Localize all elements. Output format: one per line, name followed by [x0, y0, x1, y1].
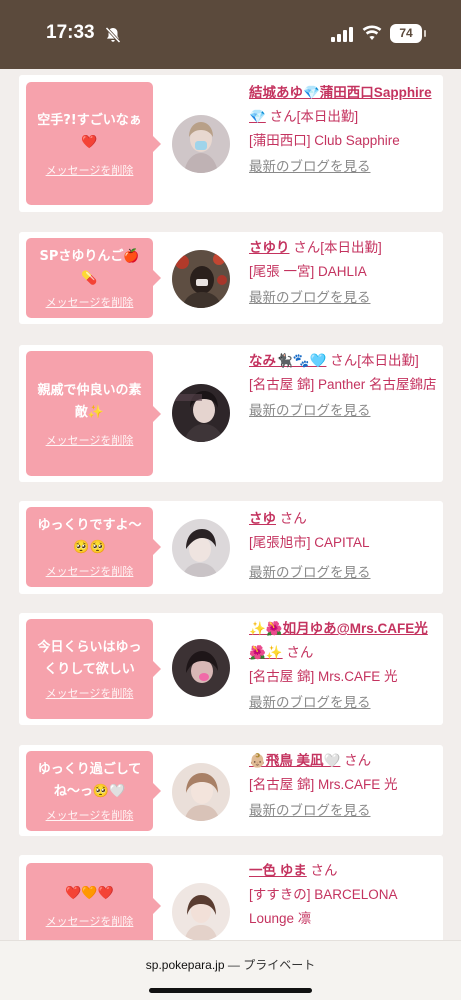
url-separator: —	[227, 958, 240, 972]
browser-bottom-bar: sp.pokepara.jp — プライベート	[0, 940, 461, 1000]
bell-slash-icon	[105, 26, 121, 44]
delete-message-link[interactable]: メッセージを削除	[46, 685, 134, 701]
message-bubble: 親戚で仲良いの素敵✨ メッセージを削除	[26, 351, 161, 476]
cast-info: さゆり さん[本日出勤] [尾張 一宮] DAHLIA 最新のブログを見る	[249, 236, 437, 310]
list-item: ゆっくりですよ〜🥺🥺 メッセージを削除 さゆ さん [尾張旭市] CAPITAL…	[19, 501, 443, 594]
shop-label: [尾張旭市] CAPITAL	[249, 535, 370, 550]
latest-blog-link[interactable]: 最新のブログを見る	[249, 691, 437, 715]
avatar[interactable]	[172, 883, 230, 940]
message-text: ゆっくりですよ〜🥺🥺	[37, 518, 142, 555]
shop-label: [名古屋 錦] Panther 名古屋錦店	[249, 377, 437, 392]
signal-icon	[331, 26, 353, 42]
avatar[interactable]	[172, 519, 230, 577]
message-text: 空手?!すごいなぁ❤️	[37, 112, 142, 150]
cast-name-link[interactable]: 👶🏼飛鳥 美凪🤍	[249, 753, 340, 768]
cast-info: さゆ さん [尾張旭市] CAPITAL 最新のブログを見る	[249, 507, 437, 585]
delete-message-link[interactable]: メッセージを削除	[46, 563, 134, 579]
cast-name-link[interactable]: 一色 ゆま	[249, 863, 307, 878]
latest-blog-link[interactable]: 最新のブログを見る	[249, 399, 437, 423]
list-item: 親戚で仲良いの素敵✨ メッセージを削除 なみ🐈‍⬛🐾🩵 さん[本日出勤] [名古…	[19, 345, 443, 482]
private-mode-label: プライベート	[243, 958, 316, 972]
honorific: さん	[269, 109, 297, 124]
avatar-image	[172, 519, 230, 577]
list-item: ゆっくり過ごしてね〜っ🥺🤍 メッセージを削除 👶🏼飛鳥 美凪🤍 さん [名古屋 …	[19, 745, 443, 836]
cast-info: 結城あゆ💎蒲田西口Sapphire💎 さん[本日出勤] [蒲田西口] Club …	[249, 81, 437, 179]
shop-label: [名古屋 錦] Mrs.CAFE 光	[249, 669, 398, 684]
url-domain: sp.pokepara.jp	[145, 958, 225, 972]
avatar-image	[172, 763, 230, 821]
list-item: ❤️🧡❤️ メッセージを削除 一色 ゆま さん [すすきの] BARCELONA…	[19, 855, 443, 940]
avatar-image	[172, 384, 230, 442]
delete-message-link[interactable]: メッセージを削除	[46, 807, 134, 823]
message-bubble: 空手?!すごいなぁ❤️ メッセージを削除	[26, 82, 161, 205]
cast-name-link[interactable]: なみ🐈‍⬛🐾🩵	[249, 353, 326, 368]
avatar[interactable]	[172, 250, 230, 308]
message-text: ゆっくり過ごしてね〜っ🥺🤍	[37, 762, 142, 799]
latest-blog-link[interactable]: 最新のブログを見る	[249, 286, 437, 310]
avatar[interactable]	[172, 639, 230, 697]
message-text: SPさゆりんご🍎💊	[39, 249, 140, 286]
message-bubble: SPさゆりんご🍎💊 メッセージを削除	[26, 238, 161, 318]
latest-blog-link[interactable]: 最新のブログを見る	[249, 155, 437, 179]
latest-blog-link[interactable]: 最新のブログを見る	[249, 799, 437, 823]
delete-message-link[interactable]: メッセージを削除	[46, 162, 134, 178]
honorific: さん	[310, 863, 338, 878]
honorific: さん	[344, 753, 372, 768]
cast-name-link[interactable]: さゆ	[249, 511, 276, 526]
cast-info: 一色 ゆま さん [すすきの] BARCELONA Lounge 凛	[249, 859, 437, 931]
delete-message-link[interactable]: メッセージを削除	[46, 294, 134, 310]
home-indicator[interactable]	[149, 988, 312, 993]
message-text: 今日くらいはゆっくりして欲しい	[37, 640, 142, 677]
avatar-image	[172, 250, 230, 308]
cast-info: ✨🌺如月ゆあ@Mrs.CAFE光🌺✨ さん [名古屋 錦] Mrs.CAFE 光…	[249, 617, 437, 715]
avatar-image	[172, 115, 230, 173]
work-status: [本日出勤]	[296, 109, 359, 124]
cast-name-link[interactable]: ✨🌺如月ゆあ@Mrs.CAFE光🌺✨	[249, 621, 428, 660]
honorific: さん	[330, 353, 358, 368]
shop-label: [蒲田西口] Club Sapphire	[249, 133, 400, 148]
work-status: [本日出勤]	[320, 240, 382, 255]
cast-info: 👶🏼飛鳥 美凪🤍 さん [名古屋 錦] Mrs.CAFE 光 最新のブログを見る	[249, 749, 437, 823]
message-bubble: ゆっくりですよ〜🥺🥺 メッセージを削除	[26, 507, 161, 587]
list-item: 今日くらいはゆっくりして欲しい メッセージを削除 ✨🌺如月ゆあ@Mrs.CAFE…	[19, 613, 443, 725]
list-item: 空手?!すごいなぁ❤️ メッセージを削除 結城あゆ💎蒲田西口Sapphire💎 …	[19, 75, 443, 212]
honorific: さん	[293, 240, 321, 255]
shop-label: [名古屋 錦] Mrs.CAFE 光	[249, 777, 398, 792]
battery-icon: 74	[390, 24, 426, 43]
latest-blog-link[interactable]: 最新のブログを見る	[249, 561, 437, 585]
message-text: ❤️🧡❤️	[65, 886, 114, 901]
status-time: 17:33	[46, 22, 95, 43]
shop-label: [すすきの] BARCELONA Lounge 凛	[249, 887, 397, 926]
message-text: 親戚で仲良いの素敵✨	[37, 382, 142, 420]
honorific: さん	[279, 511, 307, 526]
avatar[interactable]	[172, 384, 230, 442]
delete-message-link[interactable]: メッセージを削除	[46, 913, 134, 929]
avatar[interactable]	[172, 115, 230, 173]
list-item: SPさゆりんご🍎💊 メッセージを削除 さゆり さん[本日出勤] [尾張 一宮] …	[19, 232, 443, 324]
message-bubble: ゆっくり過ごしてね〜っ🥺🤍 メッセージを削除	[26, 751, 161, 831]
avatar-image	[172, 883, 230, 940]
work-status: [本日出勤]	[357, 353, 419, 368]
message-bubble: 今日くらいはゆっくりして欲しい メッセージを削除	[26, 619, 161, 719]
message-list[interactable]: 空手?!すごいなぁ❤️ メッセージを削除 結城あゆ💎蒲田西口Sapphire💎 …	[0, 69, 461, 940]
delete-message-link[interactable]: メッセージを削除	[46, 432, 134, 448]
honorific: さん	[286, 645, 314, 660]
status-bar: 17:33 74	[0, 0, 461, 69]
shop-label: [尾張 一宮] DAHLIA	[249, 264, 367, 279]
message-bubble: ❤️🧡❤️ メッセージを削除	[26, 863, 161, 940]
avatar-image	[172, 639, 230, 697]
cast-name-link[interactable]: さゆり	[249, 240, 290, 255]
address-bar[interactable]: sp.pokepara.jp — プライベート	[0, 956, 461, 973]
cast-info: なみ🐈‍⬛🐾🩵 さん[本日出勤] [名古屋 錦] Panther 名古屋錦店 最…	[249, 349, 437, 423]
wifi-icon	[362, 25, 382, 40]
avatar[interactable]	[172, 763, 230, 821]
